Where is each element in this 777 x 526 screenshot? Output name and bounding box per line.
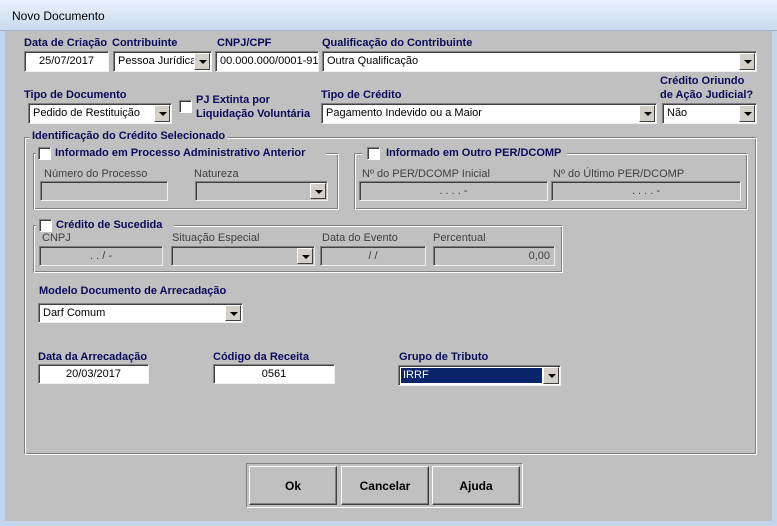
chevron-down-icon[interactable] [543,367,559,384]
data-criacao-label: Data de Criação [24,37,108,49]
chevron-down-icon[interactable] [297,248,313,264]
chevron-down-icon[interactable] [194,53,210,70]
data-arrecadacao-label: Data da Arrecadação [38,351,148,363]
chevron-down-icon[interactable] [739,105,755,122]
natureza-label: Natureza [194,168,239,180]
title-bar[interactable]: Novo Documento [0,0,777,31]
window-frame-left [0,31,5,526]
window-frame-right [772,31,777,526]
credito-oriundo-value: Não [667,107,688,119]
codigo-receita-label: Código da Receita [213,351,309,363]
pj-extinta-label-line1: PJ Extinta por [196,94,270,106]
sucedida-label: Crédito de Sucedida [56,219,163,231]
qualificacao-select[interactable]: Outra Qualificação [322,51,757,72]
data-evento-field[interactable]: / / [320,246,426,266]
grupo-tributo-label: Grupo de Tributo [399,351,489,363]
data-evento-label: Data do Evento [322,232,398,244]
sucedida-cnpj-field[interactable]: . . / - [39,246,163,266]
numero-processo-field[interactable] [40,181,168,201]
qualificacao-label: Qualificação do Contribuinte [322,37,473,49]
chevron-down-icon[interactable] [739,53,755,70]
tipo-credito-label: Tipo de Crédito [321,89,402,101]
outro-perdcomp-checkbox[interactable] [367,147,380,160]
perdcomp-inicial-field[interactable]: . . . . - [359,181,548,201]
situacao-especial-label: Situação Especial [172,232,260,244]
modelo-documento-value: Darf Comum [43,307,106,319]
cnpj-cpf-field[interactable]: 00.000.000/0001-91 [215,51,319,72]
pj-extinta-label-line2: Liquidação Voluntária [196,108,311,120]
ajuda-button[interactable]: Ajuda [432,466,520,505]
tipo-documento-label: Tipo de Documento [24,89,127,101]
tipo-documento-value: Pedido de Restituição [33,107,141,119]
tipo-credito-value: Pagamento Indevido ou a Maior [326,107,482,119]
chevron-down-icon[interactable] [639,105,655,122]
chevron-down-icon[interactable] [154,105,170,122]
perdcomp-ultimo-label: Nº do Último PER/DCOMP [553,168,685,180]
contribuinte-value: Pessoa Jurídica [118,55,197,67]
percentual-label: Percentual [433,232,486,244]
pj-extinta-checkbox[interactable] [179,100,192,113]
chevron-down-icon[interactable] [310,183,326,199]
grupo-tributo-select[interactable]: IRRF [398,365,561,386]
outro-perdcomp-label: Informado em Outro PER/DCOMP [386,147,562,159]
tipo-documento-select[interactable]: Pedido de Restituição [28,103,172,124]
tipo-credito-select[interactable]: Pagamento Indevido ou a Maior [321,103,657,124]
ok-button[interactable]: Ok [249,466,337,505]
window-frame-bottom [0,521,777,526]
window-title: Novo Documento [12,9,105,23]
data-arrecadacao-field[interactable]: 20/03/2017 [38,364,149,384]
chevron-down-icon[interactable] [225,305,241,321]
credito-oriundo-select[interactable]: Não [662,103,757,124]
contribuinte-select[interactable]: Pessoa Jurídica [113,51,212,72]
data-criacao-field[interactable]: 25/07/2017 [24,51,109,72]
contribuinte-label: Contribuinte [112,37,178,49]
natureza-select[interactable] [195,181,328,201]
grupo-tributo-value: IRRF [401,368,542,383]
identificacao-title: Identificação do Crédito Selecionado [30,130,228,142]
modelo-documento-label: Modelo Documento de Arrecadação [39,285,227,297]
cancelar-button[interactable]: Cancelar [341,466,429,505]
qualificacao-value: Outra Qualificação [327,55,419,67]
modelo-documento-select[interactable]: Darf Comum [38,303,243,323]
perdcomp-ultimo-field[interactable]: . . . . - [551,181,741,201]
credito-oriundo-label-line1: Crédito Oriundo [660,75,745,87]
perdcomp-inicial-label: Nº do PER/DCOMP Inicial [362,168,490,180]
numero-processo-label: Número do Processo [44,168,148,180]
processo-adm-checkbox[interactable] [38,147,51,160]
processo-adm-label: Informado em Processo Administrativo Ant… [55,147,306,159]
situacao-especial-select[interactable] [171,246,315,266]
percentual-field[interactable]: 0,00 [433,246,555,266]
credito-oriundo-label-line2: de Ação Judicial? [660,89,754,101]
sucedida-checkbox[interactable] [39,219,52,232]
sucedida-cnpj-label: CNPJ [42,232,71,244]
codigo-receita-field[interactable]: 0561 [213,364,335,384]
cnpj-cpf-label: CNPJ/CPF [217,37,272,49]
